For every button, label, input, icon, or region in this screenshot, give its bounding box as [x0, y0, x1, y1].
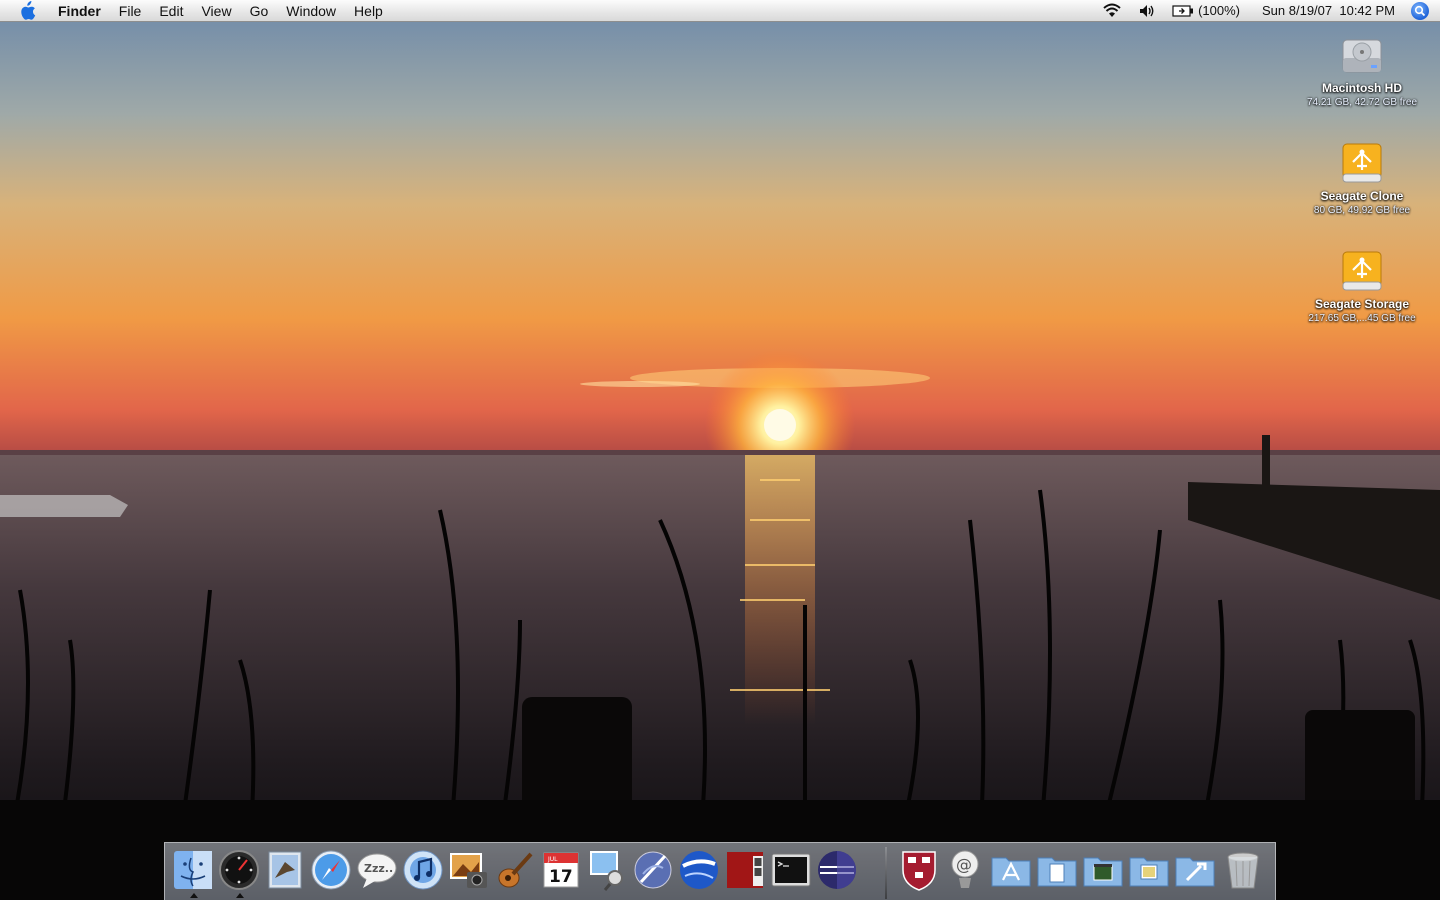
dock-iweb[interactable] — [631, 848, 675, 892]
dock-garageband[interactable] — [493, 848, 537, 892]
photo-booth-icon — [727, 852, 763, 888]
drive-info: 80 GB, 49.92 GB free — [1313, 205, 1411, 216]
google-earth-icon — [680, 851, 718, 889]
svg-text:Zzz..: Zzz.. — [364, 862, 393, 875]
dock-mail-server[interactable]: @ — [943, 848, 987, 892]
drive-info: 74.21 GB, 42.72 GB free — [1306, 97, 1418, 108]
battery-icon — [1172, 4, 1194, 17]
hard-drive-icon — [1342, 39, 1382, 73]
safari-icon — [311, 850, 351, 890]
pictures-folder-icon — [1129, 857, 1169, 887]
eclipse-icon — [818, 851, 856, 889]
running-indicator — [190, 893, 198, 898]
documents-folder-icon — [1037, 857, 1077, 887]
drive-name: Seagate Clone — [1320, 189, 1404, 203]
spotlight-icon[interactable] — [1411, 1, 1429, 20]
drive-name: Macintosh HD — [1321, 81, 1402, 95]
dock-applications-folder[interactable] — [989, 848, 1033, 892]
menu-bar: Finder File Edit View Go Window Help (10… — [0, 0, 1440, 22]
movies-folder-icon — [1083, 857, 1123, 887]
dock-dashboard[interactable] — [217, 848, 261, 898]
ichat-icon: Zzz.. — [357, 853, 397, 888]
dashboard-icon — [219, 850, 259, 890]
dock: Zzz.. JUL 17 @ — [164, 842, 1276, 900]
dock-documents-folder[interactable] — [1035, 848, 1079, 892]
firewire-drive-icon — [1342, 143, 1382, 183]
dock-pictures-folder[interactable] — [1127, 848, 1171, 892]
dock-iphoto[interactable] — [447, 848, 491, 892]
ical-day: 17 — [549, 867, 573, 887]
menu-edit[interactable]: Edit — [150, 0, 192, 22]
volume-icon[interactable] — [1130, 0, 1164, 22]
battery-status[interactable]: (100%) — [1164, 0, 1248, 22]
utilities-folder-icon — [1175, 857, 1215, 887]
finder-icon — [174, 851, 212, 889]
dock-ical[interactable]: JUL 17 — [539, 848, 583, 892]
running-indicator — [236, 893, 244, 898]
dock-movies-folder[interactable] — [1081, 848, 1125, 892]
menu-help[interactable]: Help — [345, 0, 392, 22]
dock-safari[interactable] — [309, 848, 353, 892]
dock-itunes[interactable] — [401, 848, 445, 892]
dock-photo-booth[interactable] — [723, 848, 767, 892]
dock-eclipse[interactable] — [815, 848, 859, 892]
dock-mail[interactable] — [263, 848, 307, 892]
drive-seagate-storage[interactable]: Seagate Storage 217.65 GB,...45 GB free — [1292, 248, 1432, 325]
dock-finder[interactable] — [171, 848, 215, 898]
terminal-icon — [771, 853, 811, 887]
iweb-icon — [634, 851, 672, 889]
dock-ichat[interactable]: Zzz.. — [355, 848, 399, 892]
preview-icon — [590, 851, 623, 891]
menu-window[interactable]: Window — [277, 0, 345, 22]
dock-separator — [885, 847, 887, 899]
garageband-icon — [498, 852, 533, 888]
battery-percent: (100%) — [1198, 3, 1241, 18]
dock-university-shield[interactable] — [897, 848, 941, 892]
dock-terminal[interactable] — [769, 848, 813, 892]
dock-google-earth[interactable] — [677, 848, 721, 892]
menu-view[interactable]: View — [192, 0, 240, 22]
menu-clock[interactable]: Sun 8/19/07 10:42 PM — [1248, 0, 1403, 22]
itunes-icon — [403, 850, 443, 890]
svg-text:@: @ — [956, 855, 972, 874]
drive-macintosh-hd[interactable]: Macintosh HD 74.21 GB, 42.72 GB free — [1292, 32, 1432, 109]
apple-menu-icon[interactable] — [18, 0, 38, 21]
drive-info: 217.65 GB,...45 GB free — [1308, 313, 1416, 324]
drive-name: Seagate Storage — [1314, 297, 1410, 311]
firewire-drive-icon — [1342, 251, 1382, 291]
dock-preview[interactable] — [585, 848, 629, 892]
trash-icon — [1227, 852, 1259, 889]
ical-month: JUL — [547, 856, 558, 863]
iphoto-icon — [450, 853, 487, 888]
mail-icon — [268, 851, 302, 889]
menu-extras: (100%) Sun 8/19/07 10:42 PM — [1094, 0, 1440, 22]
ical-icon: JUL 17 — [543, 852, 579, 888]
wifi-icon[interactable] — [1094, 0, 1130, 22]
menu-app-finder[interactable]: Finder — [52, 0, 110, 22]
dock-utilities-folder[interactable] — [1173, 848, 1217, 892]
drive-seagate-clone[interactable]: Seagate Clone 80 GB, 49.92 GB free — [1292, 140, 1432, 217]
menu-go[interactable]: Go — [241, 0, 278, 22]
menu-file[interactable]: File — [110, 0, 151, 22]
mail-server-icon: @ — [951, 850, 979, 888]
desktop-wallpaper — [0, 0, 1440, 900]
university-shield-icon — [902, 851, 936, 891]
applications-folder-icon — [991, 857, 1031, 887]
dock-trash[interactable] — [1221, 848, 1265, 892]
